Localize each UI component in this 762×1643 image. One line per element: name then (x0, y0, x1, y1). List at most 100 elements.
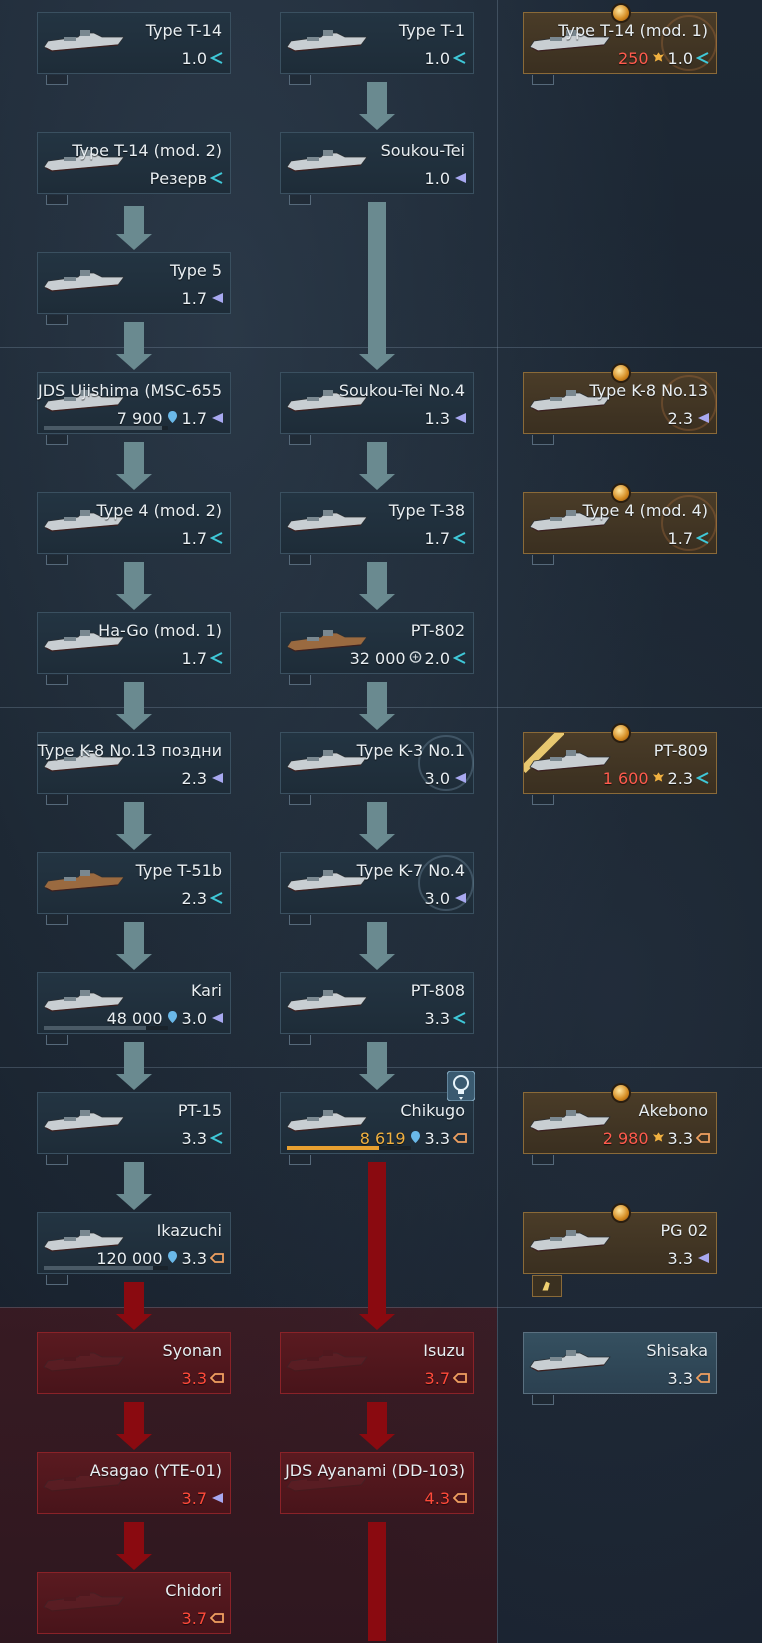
vehicle-info-row: 1.7 (425, 528, 467, 548)
ship-image (285, 509, 369, 535)
vehicle-name: Type T-14 (mod. 2) (72, 141, 222, 160)
research-arrow (357, 562, 397, 612)
vehicle-name: Type K-8 No.13 поздни (37, 741, 222, 760)
vehicle-class-icon (210, 49, 224, 68)
vehicle-card-c3[interactable]: Type T-14 (mod. 1) 250 1.0 (523, 5, 717, 85)
crew-slot-tab[interactable] (46, 435, 68, 445)
vehicle-card-c23[interactable]: Chikugo 8 619 3.3 (280, 1070, 476, 1165)
ship-image (42, 1349, 126, 1375)
vehicle-name: PT-808 (410, 981, 465, 1000)
crew-slot-tab[interactable] (46, 1155, 68, 1165)
vehicle-cost: 32 000 (349, 648, 406, 668)
crew-slot-tab[interactable] (532, 75, 554, 85)
vehicle-class-icon (453, 1369, 467, 1388)
vehicle-card-c19[interactable]: Type K-7 No.4 3.0 (280, 852, 474, 925)
vehicle-class-icon (696, 49, 710, 68)
vehicle-card-c5[interactable]: Soukou-Tei 1.0 (280, 132, 474, 205)
ship-image (285, 149, 369, 175)
vehicle-info-row: 1.7 (668, 528, 710, 548)
vehicle-card-c17[interactable]: PT-809 1 600 2.3 (523, 725, 717, 805)
vehicle-card-c24[interactable]: Akebono 2 980 3.3 (523, 1085, 717, 1165)
vehicle-card-c4[interactable]: Type T-14 (mod. 2) Резерв (37, 132, 231, 205)
vehicle-card-c20[interactable]: Kari 48 000 3.0 (37, 972, 231, 1045)
premium-medal-icon (613, 5, 629, 21)
vehicle-card-c2[interactable]: Type T-1 1.0 (280, 12, 474, 85)
vehicle-card-c9[interactable]: Type K-8 No.13 2.3 (523, 365, 717, 445)
crew-slot-tab[interactable] (46, 195, 68, 205)
vehicle-class-icon (210, 289, 224, 308)
crew-slot-tab[interactable] (289, 555, 311, 565)
crew-slot-tab[interactable] (46, 315, 68, 325)
vehicle-name: Kari (190, 981, 222, 1000)
battle-rating: 4.3 (424, 1488, 450, 1508)
crew-slot-tab[interactable] (289, 675, 311, 685)
vehicle-info-row: 1.7 (182, 288, 224, 308)
crew-slot-tab[interactable] (289, 435, 311, 445)
crew-slot-tab[interactable] (289, 915, 311, 925)
vehicle-card-c13[interactable]: Ha-Go (mod. 1) 1.7 (37, 612, 231, 685)
crew-slot-tab[interactable] (289, 1035, 311, 1045)
research-arrow (357, 442, 397, 492)
vehicle-card-c11[interactable]: Type T-38 1.7 (280, 492, 474, 565)
vehicle-card-c29[interactable]: Shisaka 3.3 (523, 1332, 717, 1405)
research-arrow (357, 1162, 397, 1332)
crew-slot-tab[interactable] (46, 795, 68, 805)
gift-icon[interactable] (532, 1275, 562, 1297)
vehicle-info-row: 2.3 (182, 768, 224, 788)
premium-medal-icon (613, 485, 629, 501)
crew-slot-tab[interactable] (46, 555, 68, 565)
vehicle-card-c14[interactable]: PT-802 32 000 2.0 (280, 612, 474, 685)
research-arrow (357, 922, 397, 972)
vehicle-card-c6[interactable]: Type 5 1.7 (37, 252, 231, 325)
vehicle-class-icon (453, 1129, 467, 1148)
vehicle-card-c30[interactable]: Asagao (YTE-01) 3.7 (37, 1452, 231, 1514)
vehicle-info-row: 1.0 (425, 48, 467, 68)
vehicle-info-row: Резерв (150, 168, 224, 188)
research-arrow (114, 1402, 154, 1452)
vehicle-name: Soukou-Tei (380, 141, 465, 160)
vehicle-card-c1[interactable]: Type T-14 1.0 (37, 12, 231, 85)
crew-slot-tab[interactable] (532, 435, 554, 445)
vehicle-card-c22[interactable]: PT-15 3.3 (37, 1092, 231, 1165)
crew-slot-tab[interactable] (46, 675, 68, 685)
research-arrow (357, 682, 397, 732)
eagle-currency-icon (652, 1129, 665, 1148)
vehicle-card-c21[interactable]: PT-808 3.3 (280, 972, 474, 1045)
premium-medal-icon (613, 365, 629, 381)
crew-slot-tab[interactable] (289, 75, 311, 85)
crew-slot-tab[interactable] (289, 795, 311, 805)
vehicle-card-c31[interactable]: JDS Ayanami (DD-103) 4.3 (280, 1452, 474, 1514)
vehicle-card-c27[interactable]: Syonan 3.3 (37, 1332, 231, 1394)
crew-slot-tab[interactable] (46, 1275, 68, 1285)
crew-slot-tab[interactable] (46, 1035, 68, 1045)
vehicle-card-c8[interactable]: Soukou-Tei No.4 1.3 (280, 372, 474, 445)
crew-slot-tab[interactable] (46, 915, 68, 925)
vehicle-card-c28[interactable]: Isuzu 3.7 (280, 1332, 474, 1394)
crew-slot-tab[interactable] (532, 795, 554, 805)
vehicle-card-c12[interactable]: Type 4 (mod. 4) 1.7 (523, 485, 717, 565)
ship-image (285, 1109, 369, 1135)
research-arrow (114, 442, 154, 492)
research-progress-bar (287, 1146, 411, 1150)
crew-slot-tab[interactable] (532, 1395, 554, 1405)
vehicle-card-c16[interactable]: Type K-3 No.1 3.0 (280, 732, 474, 805)
vehicle-name: PT-802 (410, 621, 465, 640)
vehicle-card-c32[interactable]: Chidori 3.7 (37, 1572, 231, 1634)
crew-slot-tab[interactable] (532, 1155, 554, 1165)
vehicle-card-c15[interactable]: Type K-8 No.13 поздни 2.3 (37, 732, 231, 805)
vehicle-card-c26[interactable]: PG 02 3.3 (523, 1205, 717, 1297)
crew-slot-tab[interactable] (289, 1155, 311, 1165)
vehicle-card-c25[interactable]: Ikazuchi 120 000 3.3 (37, 1212, 231, 1285)
crew-slot-tab[interactable] (532, 555, 554, 565)
vehicle-name: Soukou-Tei No.4 (338, 381, 465, 400)
vehicle-name: Type K-7 No.4 (356, 861, 465, 880)
vehicle-name: Shisaka (646, 1341, 708, 1360)
battle-rating: 3.7 (181, 1488, 207, 1508)
vehicle-card-c18[interactable]: Type T-51b 2.3 (37, 852, 231, 925)
crew-slot-tab[interactable] (289, 195, 311, 205)
vehicle-card-c10[interactable]: Type 4 (mod. 2) 1.7 (37, 492, 231, 565)
vehicle-card-c7[interactable]: JDS Ujishima (MSC-655 7 900 1.7 (37, 372, 231, 445)
vehicle-name: Type T-14 (145, 21, 222, 40)
crew-slot-tab[interactable] (46, 75, 68, 85)
vehicle-name: Type T-38 (388, 501, 465, 520)
